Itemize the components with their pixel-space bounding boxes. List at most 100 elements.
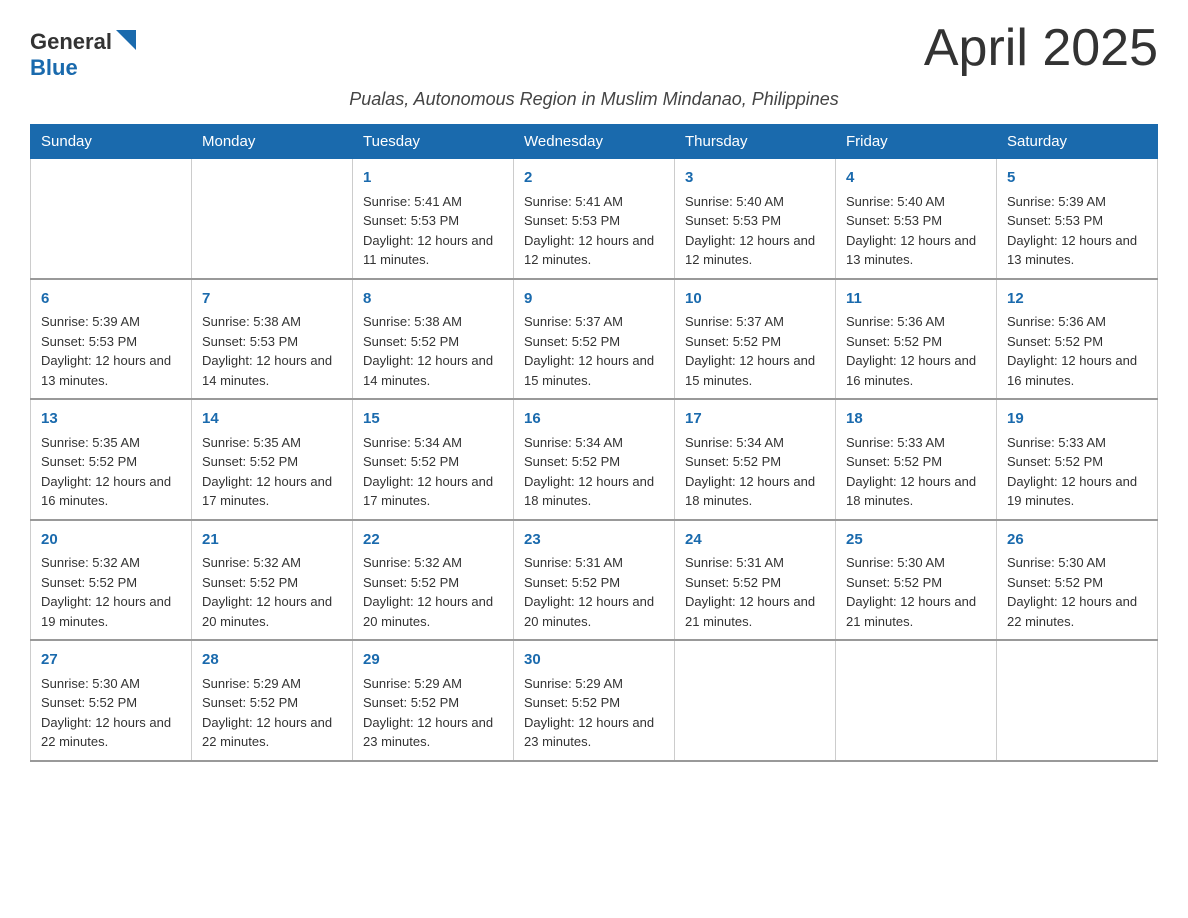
calendar-cell [997,640,1158,761]
day-info: Daylight: 12 hours and 17 minutes. [202,472,342,511]
day-info: Sunrise: 5:35 AM [202,433,342,453]
day-info: Daylight: 12 hours and 18 minutes. [685,472,825,511]
day-info: Daylight: 12 hours and 15 minutes. [685,351,825,390]
calendar-cell: 24Sunrise: 5:31 AMSunset: 5:52 PMDayligh… [675,520,836,641]
day-info: Daylight: 12 hours and 11 minutes. [363,231,503,270]
day-info: Sunrise: 5:37 AM [524,312,664,332]
calendar-cell: 22Sunrise: 5:32 AMSunset: 5:52 PMDayligh… [353,520,514,641]
day-info: Daylight: 12 hours and 20 minutes. [363,592,503,631]
day-info: Sunrise: 5:32 AM [363,553,503,573]
day-info: Sunrise: 5:39 AM [1007,192,1147,212]
day-info: Sunrise: 5:33 AM [1007,433,1147,453]
day-info: Daylight: 12 hours and 12 minutes. [685,231,825,270]
calendar-cell: 27Sunrise: 5:30 AMSunset: 5:52 PMDayligh… [31,640,192,761]
day-info: Sunrise: 5:33 AM [846,433,986,453]
day-info: Sunrise: 5:36 AM [1007,312,1147,332]
calendar-cell: 7Sunrise: 5:38 AMSunset: 5:53 PMDaylight… [192,279,353,400]
calendar-cell: 23Sunrise: 5:31 AMSunset: 5:52 PMDayligh… [514,520,675,641]
calendar-cell: 12Sunrise: 5:36 AMSunset: 5:52 PMDayligh… [997,279,1158,400]
day-info: Daylight: 12 hours and 13 minutes. [846,231,986,270]
day-info: Sunset: 5:52 PM [524,573,664,593]
calendar-cell: 28Sunrise: 5:29 AMSunset: 5:52 PMDayligh… [192,640,353,761]
weekday-header-monday: Monday [192,125,353,159]
day-info: Sunrise: 5:40 AM [846,192,986,212]
day-info: Sunrise: 5:29 AM [202,674,342,694]
day-info: Daylight: 12 hours and 22 minutes. [1007,592,1147,631]
day-info: Daylight: 12 hours and 21 minutes. [846,592,986,631]
day-number: 6 [41,288,181,311]
day-info: Sunrise: 5:41 AM [524,192,664,212]
day-number: 29 [363,649,503,672]
day-info: Sunset: 5:52 PM [846,573,986,593]
calendar-cell: 15Sunrise: 5:34 AMSunset: 5:52 PMDayligh… [353,399,514,520]
day-info: Sunset: 5:52 PM [1007,573,1147,593]
calendar-cell: 8Sunrise: 5:38 AMSunset: 5:52 PMDaylight… [353,279,514,400]
day-info: Sunset: 5:52 PM [685,573,825,593]
calendar-cell: 3Sunrise: 5:40 AMSunset: 5:53 PMDaylight… [675,159,836,279]
day-info: Sunset: 5:52 PM [363,452,503,472]
day-number: 25 [846,529,986,552]
day-info: Daylight: 12 hours and 18 minutes. [846,472,986,511]
calendar-cell: 4Sunrise: 5:40 AMSunset: 5:53 PMDaylight… [836,159,997,279]
day-info: Daylight: 12 hours and 23 minutes. [363,713,503,752]
logo-line2: Blue [30,55,78,81]
day-number: 14 [202,408,342,431]
calendar-cell: 2Sunrise: 5:41 AMSunset: 5:53 PMDaylight… [514,159,675,279]
day-info: Sunrise: 5:29 AM [524,674,664,694]
day-number: 22 [363,529,503,552]
calendar-cell: 29Sunrise: 5:29 AMSunset: 5:52 PMDayligh… [353,640,514,761]
day-info: Sunrise: 5:35 AM [41,433,181,453]
calendar-week-row: 6Sunrise: 5:39 AMSunset: 5:53 PMDaylight… [31,279,1158,400]
day-info: Sunset: 5:52 PM [524,693,664,713]
calendar-cell [675,640,836,761]
day-info: Sunset: 5:53 PM [363,211,503,231]
day-info: Daylight: 12 hours and 22 minutes. [202,713,342,752]
weekday-header-tuesday: Tuesday [353,125,514,159]
day-info: Daylight: 12 hours and 18 minutes. [524,472,664,511]
day-number: 16 [524,408,664,431]
day-info: Sunset: 5:52 PM [202,693,342,713]
day-number: 27 [41,649,181,672]
day-info: Sunset: 5:53 PM [202,332,342,352]
day-info: Sunrise: 5:32 AM [202,553,342,573]
calendar-cell [31,159,192,279]
day-number: 23 [524,529,664,552]
day-info: Daylight: 12 hours and 13 minutes. [1007,231,1147,270]
calendar-week-row: 20Sunrise: 5:32 AMSunset: 5:52 PMDayligh… [31,520,1158,641]
day-info: Sunrise: 5:36 AM [846,312,986,332]
day-info: Daylight: 12 hours and 19 minutes. [1007,472,1147,511]
day-info: Daylight: 12 hours and 14 minutes. [363,351,503,390]
subtitle: Pualas, Autonomous Region in Muslim Mind… [30,89,1158,110]
day-info: Sunrise: 5:38 AM [363,312,503,332]
weekday-header-saturday: Saturday [997,125,1158,159]
day-info: Sunset: 5:52 PM [363,573,503,593]
calendar-cell: 25Sunrise: 5:30 AMSunset: 5:52 PMDayligh… [836,520,997,641]
day-number: 13 [41,408,181,431]
day-number: 3 [685,167,825,190]
day-info: Daylight: 12 hours and 13 minutes. [41,351,181,390]
day-info: Daylight: 12 hours and 23 minutes. [524,713,664,752]
weekday-header-sunday: Sunday [31,125,192,159]
day-info: Sunset: 5:52 PM [1007,452,1147,472]
calendar-cell: 11Sunrise: 5:36 AMSunset: 5:52 PMDayligh… [836,279,997,400]
day-number: 18 [846,408,986,431]
day-info: Daylight: 12 hours and 14 minutes. [202,351,342,390]
calendar-cell: 6Sunrise: 5:39 AMSunset: 5:53 PMDaylight… [31,279,192,400]
day-info: Daylight: 12 hours and 20 minutes. [202,592,342,631]
calendar-cell: 13Sunrise: 5:35 AMSunset: 5:52 PMDayligh… [31,399,192,520]
day-info: Daylight: 12 hours and 16 minutes. [1007,351,1147,390]
day-info: Daylight: 12 hours and 12 minutes. [524,231,664,270]
calendar-cell: 26Sunrise: 5:30 AMSunset: 5:52 PMDayligh… [997,520,1158,641]
day-number: 2 [524,167,664,190]
calendar-cell: 1Sunrise: 5:41 AMSunset: 5:53 PMDaylight… [353,159,514,279]
day-info: Daylight: 12 hours and 17 minutes. [363,472,503,511]
day-number: 8 [363,288,503,311]
day-info: Sunset: 5:52 PM [41,452,181,472]
day-number: 26 [1007,529,1147,552]
day-info: Sunset: 5:53 PM [685,211,825,231]
weekday-header-thursday: Thursday [675,125,836,159]
day-info: Sunset: 5:52 PM [363,332,503,352]
calendar-cell: 18Sunrise: 5:33 AMSunset: 5:52 PMDayligh… [836,399,997,520]
day-info: Sunset: 5:52 PM [524,332,664,352]
day-info: Daylight: 12 hours and 16 minutes. [846,351,986,390]
